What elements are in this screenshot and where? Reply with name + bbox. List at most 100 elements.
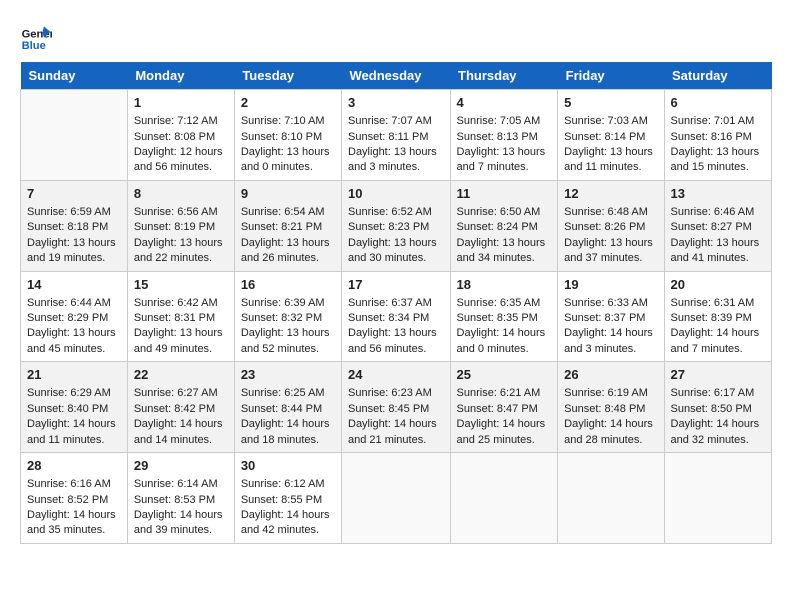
daylight-text: Daylight: 14 hours and 35 minutes. xyxy=(27,508,121,539)
day-number: 10 xyxy=(348,185,444,203)
sunrise-text: Sunrise: 6:31 AM xyxy=(671,296,765,311)
calendar-cell: 2Sunrise: 7:10 AMSunset: 8:10 PMDaylight… xyxy=(234,90,341,181)
day-number: 12 xyxy=(564,185,657,203)
sunrise-text: Sunrise: 6:21 AM xyxy=(457,386,552,401)
day-number: 11 xyxy=(457,185,552,203)
day-number: 25 xyxy=(457,366,552,384)
daylight-text: Daylight: 13 hours and 15 minutes. xyxy=(671,145,765,176)
calendar-cell: 10Sunrise: 6:52 AMSunset: 8:23 PMDayligh… xyxy=(342,180,451,271)
sunset-text: Sunset: 8:32 PM xyxy=(241,311,335,326)
calendar-cell: 22Sunrise: 6:27 AMSunset: 8:42 PMDayligh… xyxy=(127,362,234,453)
sunset-text: Sunset: 8:27 PM xyxy=(671,220,765,235)
daylight-text: Daylight: 13 hours and 11 minutes. xyxy=(564,145,657,176)
sunset-text: Sunset: 8:29 PM xyxy=(27,311,121,326)
sunset-text: Sunset: 8:26 PM xyxy=(564,220,657,235)
daylight-text: Daylight: 13 hours and 34 minutes. xyxy=(457,236,552,267)
sunset-text: Sunset: 8:47 PM xyxy=(457,402,552,417)
daylight-text: Daylight: 14 hours and 18 minutes. xyxy=(241,417,335,448)
day-number: 8 xyxy=(134,185,228,203)
sunrise-text: Sunrise: 6:42 AM xyxy=(134,296,228,311)
daylight-text: Daylight: 13 hours and 56 minutes. xyxy=(348,326,444,357)
sunset-text: Sunset: 8:52 PM xyxy=(27,493,121,508)
calendar-cell: 11Sunrise: 6:50 AMSunset: 8:24 PMDayligh… xyxy=(450,180,558,271)
sunrise-text: Sunrise: 6:29 AM xyxy=(27,386,121,401)
daylight-text: Daylight: 14 hours and 14 minutes. xyxy=(134,417,228,448)
sunset-text: Sunset: 8:16 PM xyxy=(671,130,765,145)
daylight-text: Daylight: 14 hours and 11 minutes. xyxy=(27,417,121,448)
calendar-cell: 25 Sunrise: 6:21 AMSunset: 8:47 PMDayligh… xyxy=(450,362,558,453)
day-number: 20 xyxy=(671,276,765,294)
sunset-text: Sunset: 8:31 PM xyxy=(134,311,228,326)
calendar-cell: 24Sunrise: 6:23 AMSunset: 8:45 PMDayligh… xyxy=(342,362,451,453)
daylight-text: Daylight: 13 hours and 26 minutes. xyxy=(241,236,335,267)
weekday-header: Wednesday xyxy=(342,62,451,90)
sunrise-text: Sunrise: 6:37 AM xyxy=(348,296,444,311)
calendar-cell xyxy=(450,453,558,544)
daylight-text: Daylight: 14 hours and 42 minutes. xyxy=(241,508,335,539)
day-number: 24 xyxy=(348,366,444,384)
calendar-cell: 17 Sunrise: 6:37 AMSunset: 8:34 PMDayligh… xyxy=(342,271,451,362)
sunset-text: Sunset: 8:50 PM xyxy=(671,402,765,417)
calendar-cell: 6Sunrise: 7:01 AMSunset: 8:16 PMDaylight… xyxy=(664,90,771,181)
sunrise-text: Sunrise: 6:35 AM xyxy=(457,296,552,311)
day-number: 2 xyxy=(241,94,335,112)
daylight-text: Daylight: 14 hours and 28 minutes. xyxy=(564,417,657,448)
calendar-cell: 23Sunrise: 6:25 AMSunset: 8:44 PMDayligh… xyxy=(234,362,341,453)
daylight-text: Daylight: 14 hours and 7 minutes. xyxy=(671,326,765,357)
sunset-text: Sunset: 8:42 PM xyxy=(134,402,228,417)
sunset-text: Sunset: 8:23 PM xyxy=(348,220,444,235)
day-number: 18 xyxy=(457,276,552,294)
calendar-cell: 13Sunrise: 6:46 AMSunset: 8:27 PMDayligh… xyxy=(664,180,771,271)
daylight-text: Daylight: 13 hours and 49 minutes. xyxy=(134,326,228,357)
day-number: 4 xyxy=(457,94,552,112)
daylight-text: Daylight: 13 hours and 22 minutes. xyxy=(134,236,228,267)
calendar-cell: 14Sunrise: 6:44 AMSunset: 8:29 PMDayligh… xyxy=(21,271,128,362)
sunrise-text: Sunrise: 6:59 AM xyxy=(27,205,121,220)
sunset-text: Sunset: 8:48 PM xyxy=(564,402,657,417)
weekday-header: Saturday xyxy=(664,62,771,90)
sunrise-text: Sunrise: 7:12 AM xyxy=(134,114,228,129)
day-number: 13 xyxy=(671,185,765,203)
weekday-header: Thursday xyxy=(450,62,558,90)
sunset-text: Sunset: 8:19 PM xyxy=(134,220,228,235)
sunrise-text: Sunrise: 6:19 AM xyxy=(564,386,657,401)
sunset-text: Sunset: 8:55 PM xyxy=(241,493,335,508)
calendar-cell: 28Sunrise: 6:16 AMSunset: 8:52 PMDayligh… xyxy=(21,453,128,544)
weekday-header: Friday xyxy=(558,62,664,90)
sunrise-text: Sunrise: 6:39 AM xyxy=(241,296,335,311)
sunset-text: Sunset: 8:40 PM xyxy=(27,402,121,417)
day-number: 17 xyxy=(348,276,444,294)
sunset-text: Sunset: 8:34 PM xyxy=(348,311,444,326)
sunrise-text: Sunrise: 6:12 AM xyxy=(241,477,335,492)
day-number: 23 xyxy=(241,366,335,384)
day-number: 30 xyxy=(241,457,335,475)
sunrise-text: Sunrise: 6:56 AM xyxy=(134,205,228,220)
day-number: 7 xyxy=(27,185,121,203)
sunset-text: Sunset: 8:35 PM xyxy=(457,311,552,326)
calendar-cell: 27Sunrise: 6:17 AMSunset: 8:50 PMDayligh… xyxy=(664,362,771,453)
sunrise-text: Sunrise: 6:54 AM xyxy=(241,205,335,220)
calendar-cell: 5Sunrise: 7:03 AMSunset: 8:14 PMDaylight… xyxy=(558,90,664,181)
weekday-header: Sunday xyxy=(21,62,128,90)
sunrise-text: Sunrise: 6:50 AM xyxy=(457,205,552,220)
calendar-cell xyxy=(342,453,451,544)
sunrise-text: Sunrise: 6:52 AM xyxy=(348,205,444,220)
calendar-cell: 30 Sunrise: 6:12 AMSunset: 8:55 PMDayligh… xyxy=(234,453,341,544)
calendar-table: SundayMondayTuesdayWednesdayThursdayFrid… xyxy=(20,62,772,544)
calendar-cell: 4Sunrise: 7:05 AMSunset: 8:13 PMDaylight… xyxy=(450,90,558,181)
sunset-text: Sunset: 8:08 PM xyxy=(134,130,228,145)
daylight-text: Daylight: 14 hours and 25 minutes. xyxy=(457,417,552,448)
calendar-cell: 20Sunrise: 6:31 AMSunset: 8:39 PMDayligh… xyxy=(664,271,771,362)
day-number: 16 xyxy=(241,276,335,294)
logo-icon: General Blue xyxy=(20,20,52,52)
sunrise-text: Sunrise: 6:16 AM xyxy=(27,477,121,492)
sunrise-text: Sunrise: 6:14 AM xyxy=(134,477,228,492)
daylight-text: Daylight: 13 hours and 3 minutes. xyxy=(348,145,444,176)
day-number: 14 xyxy=(27,276,121,294)
sunrise-text: Sunrise: 7:05 AM xyxy=(457,114,552,129)
sunrise-text: Sunrise: 7:01 AM xyxy=(671,114,765,129)
sunrise-text: Sunrise: 6:46 AM xyxy=(671,205,765,220)
calendar-cell: 29Sunrise: 6:14 AMSunset: 8:53 PMDayligh… xyxy=(127,453,234,544)
sunset-text: Sunset: 8:10 PM xyxy=(241,130,335,145)
day-number: 19 xyxy=(564,276,657,294)
